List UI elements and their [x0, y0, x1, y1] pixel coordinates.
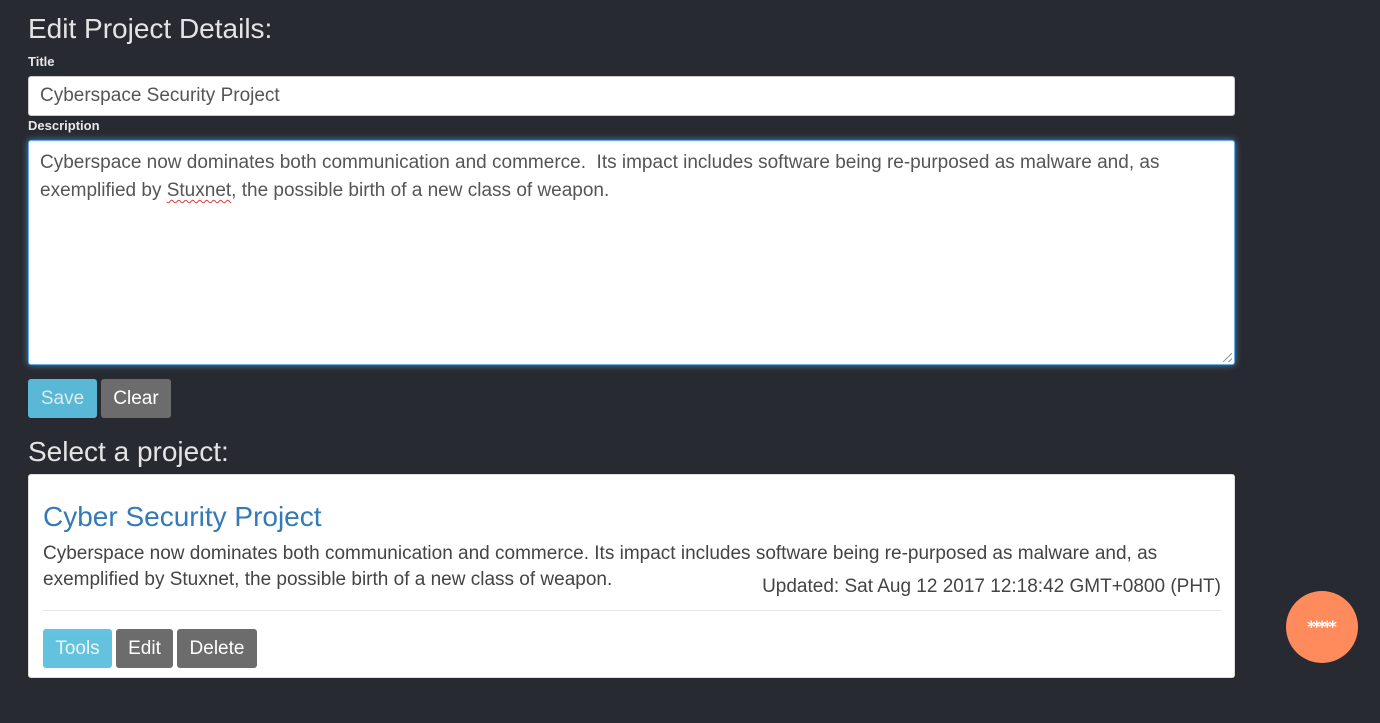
description-label: Description [28, 118, 100, 133]
title-input[interactable] [28, 76, 1235, 116]
floating-action-button[interactable]: ***** [1286, 591, 1358, 663]
title-label: Title [28, 54, 55, 69]
save-button[interactable]: Save [28, 379, 97, 418]
spellcheck-flagged-word: Stuxnet [166, 180, 232, 201]
project-updated-timestamp: Updated: Sat Aug 12 2017 12:18:42 GMT+08… [762, 576, 1221, 597]
delete-button[interactable]: Delete [177, 629, 257, 668]
tools-button[interactable]: Tools [43, 629, 112, 668]
project-card: Cyber Security Project Cyberspace now do… [28, 474, 1235, 678]
edit-project-heading: Edit Project Details: [28, 13, 273, 44]
project-title-link[interactable]: Cyber Security Project [43, 500, 322, 534]
resize-handle-icon[interactable] [1223, 353, 1232, 362]
edit-button[interactable]: Edit [116, 629, 173, 668]
card-divider [43, 610, 1221, 611]
select-project-heading: Select a project: [28, 436, 229, 467]
description-text-end: , the possible birth of a new class of w… [231, 180, 610, 201]
clear-button[interactable]: Clear [101, 379, 171, 418]
description-textarea[interactable]: Cyberspace now dominates both communicat… [28, 140, 1235, 365]
